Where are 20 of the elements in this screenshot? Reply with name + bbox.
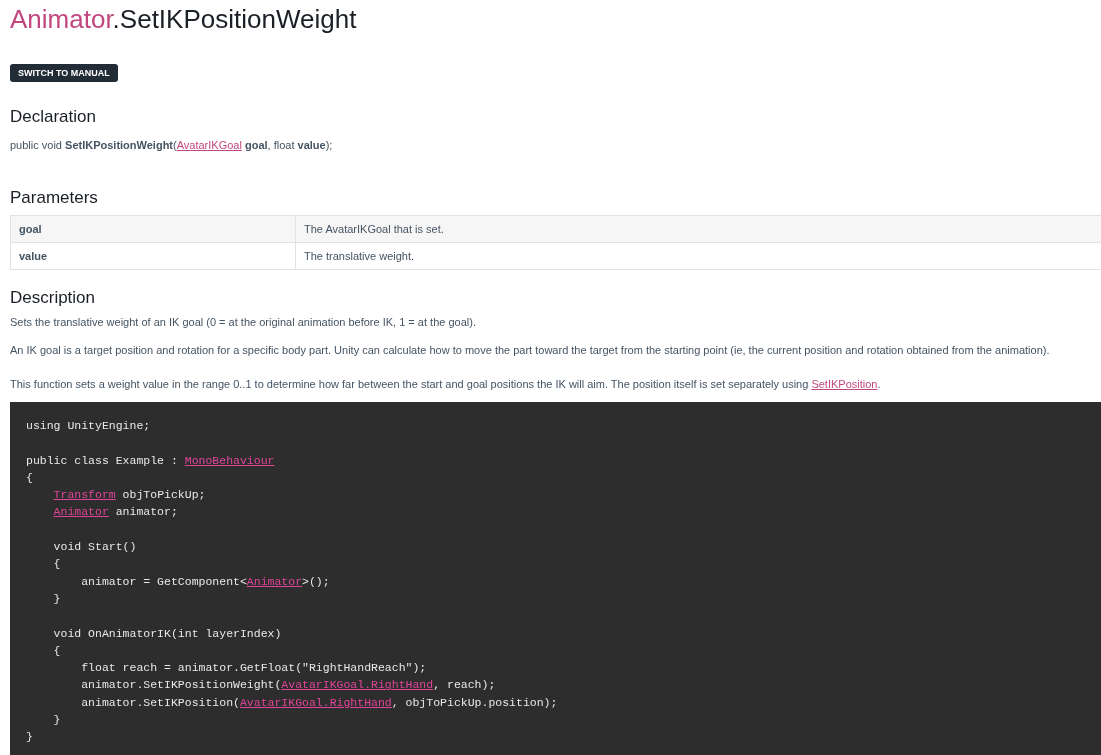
description-paragraph: Sets the translative weight of an IK goal (0 = at the original animation before IK, 1 = at the goal).	[10, 315, 477, 330]
parameter-description: The AvatarIKGoal that is set.	[295, 215, 1101, 243]
switch-to-manual-button[interactable]: SWITCH TO MANUAL	[10, 64, 118, 82]
code-link[interactable]: MonoBehaviour	[184, 453, 275, 467]
section-heading: Declaration	[10, 106, 97, 128]
page-title: Animator.SetIKPositionWeight	[10, 3, 358, 35]
declaration-signature: public void SetIKPositionWeight(AvatarIKGoal goal, float value);	[10, 138, 334, 153]
parameter-name: value	[10, 242, 296, 270]
code-link[interactable]: Animator	[246, 574, 303, 588]
code-block: using UnityEngine; public class Example : MonoBehaviour { Transform objToPickUp; Animator animator; void Start() { animator = GetComponent<Animator>(); } void OnAnimatorIK(int layerIndex) { float reach = animator.GetFloat("RightHandReach"); animator.SetIKPositionWeight(AvatarIKGoal.RightHand, reach); animator.SetIKPosition(AvatarIKGoal.RightHand, objToPickUp.position); } }	[10, 402, 1101, 755]
code-link[interactable]: AvatarIKGoal.RightHand	[239, 695, 392, 709]
link[interactable]: AvatarIKGoal	[176, 139, 242, 151]
code-link[interactable]: AvatarIKGoal.RightHand	[281, 678, 434, 692]
description-paragraph: This function sets a weight value in the range 0..1 to determine how far between the start and goal positions the IK will aim. The position itself is set separately using SetIKPosition.	[10, 377, 882, 392]
section-heading: Parameters	[10, 187, 99, 209]
description-paragraph: An IK goal is a target position and rotation for a specific body part. Unity can calculate how to move the part toward the target from the starting point (ie, the current position and rotation obtained from the animation).	[10, 343, 1051, 358]
section-heading: Description	[10, 287, 97, 309]
code-link[interactable]: Transform	[53, 488, 116, 502]
code-link[interactable]: Animator	[53, 505, 109, 519]
parameter-name: goal	[10, 215, 296, 243]
